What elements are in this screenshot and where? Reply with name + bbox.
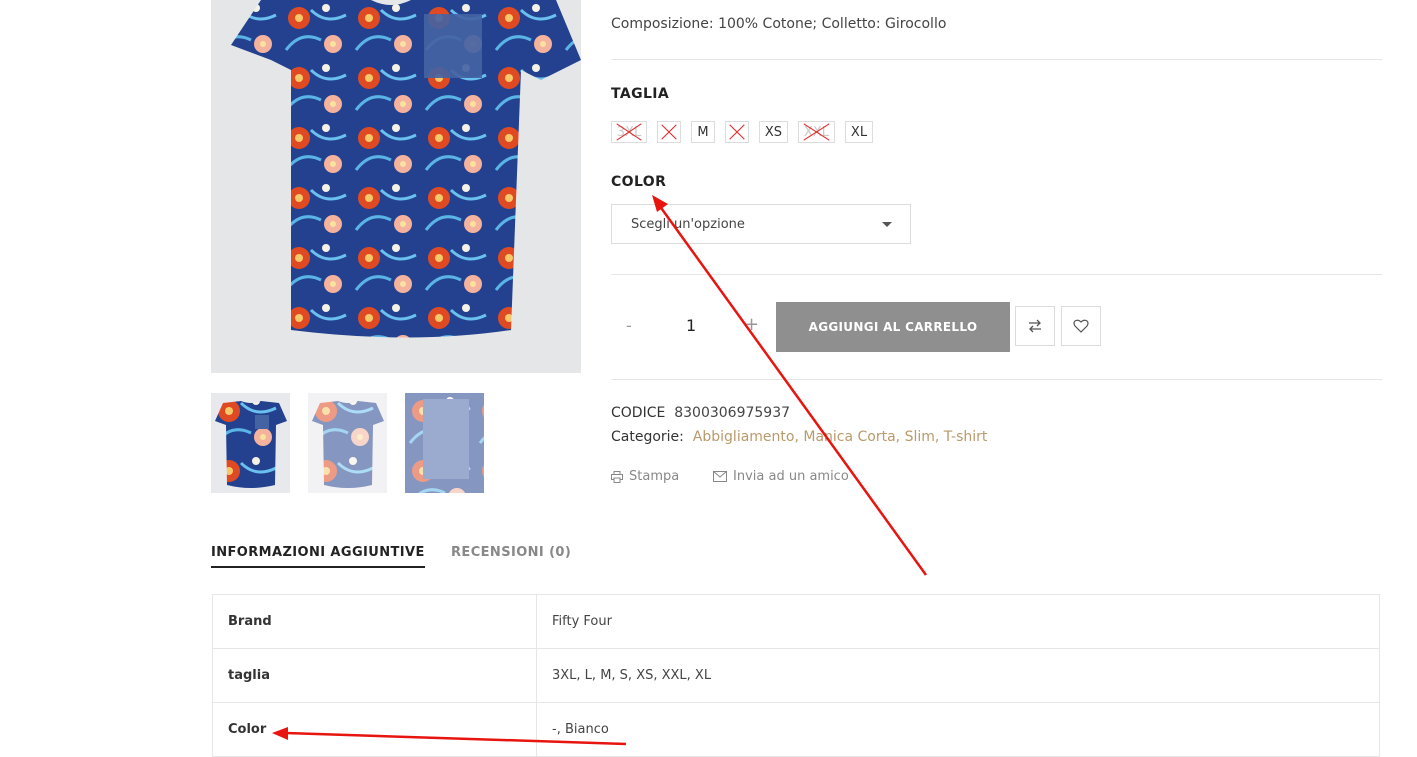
info-value: Fifty Four [536,594,1380,649]
quantity-increase-button[interactable]: + [744,314,759,335]
unavailable-cross-icon [729,124,745,140]
product-main-image[interactable] [211,0,581,373]
email-friend-link[interactable]: Invia ad un amico [713,469,849,484]
product-sku: CODICE 8300306975937 [611,405,790,421]
caret-down-icon [882,222,892,227]
divider [611,59,1382,60]
compare-arrows-icon [1029,319,1041,333]
product-thumbnail-2[interactable] [308,393,387,493]
compare-button[interactable] [1015,306,1055,346]
tab-recensioni[interactable]: RECENSIONI (0) [451,545,571,560]
annotation-arrow [657,204,928,576]
size-option-xxl[interactable]: XXL [798,121,835,143]
heart-icon [1073,319,1089,333]
info-value: -, Bianco [536,702,1380,757]
size-option-s[interactable]: S [725,121,749,143]
size-option-label: XL [850,124,868,140]
add-to-cart-button[interactable]: AGGIUNGI AL CARRELLO [776,302,1010,352]
print-label: Stampa [629,469,680,484]
color-label: COLOR [611,174,667,190]
product-categories: Categorie: Abbigliamento, Manica Corta, … [611,429,987,445]
table-row: taglia 3XL, L, M, S, XS, XXL, XL [212,648,1380,703]
product-thumbnail-3[interactable] [405,393,484,493]
size-option-xl[interactable]: XL [845,121,873,143]
info-value: 3XL, L, M, S, XS, XXL, XL [536,648,1380,703]
printer-icon [611,470,623,483]
size-option-3xl[interactable]: 3XL [611,121,647,143]
info-key: taglia [212,648,537,703]
divider [611,274,1382,275]
quantity-decrease-button[interactable]: - [626,316,632,335]
wishlist-button[interactable] [1061,306,1101,346]
size-option-label: M [697,124,709,140]
product-description: Composizione: 100% Cotone; Colletto: Gir… [611,16,947,32]
unavailable-cross-icon [661,124,677,140]
unavailable-cross-icon [616,123,642,141]
size-label: TAGLIA [611,86,670,102]
categories-links[interactable]: Abbigliamento, Manica Corta, Slim, T-shi… [693,429,988,445]
size-option-xs[interactable]: XS [759,121,788,143]
sku-label: CODICE [611,405,666,421]
quantity-input[interactable]: 1 [686,316,696,335]
additional-info-table: Brand Fifty Four taglia 3XL, L, M, S, XS… [212,594,1380,757]
unavailable-cross-icon [803,123,830,141]
color-select[interactable]: Scegli un'opzione [611,204,911,244]
info-key: Brand [212,594,537,649]
envelope-icon [713,471,727,482]
categories-label: Categorie: [611,429,684,445]
tab-informazioni-aggiuntive[interactable]: INFORMAZIONI AGGIUNTIVE [211,545,425,568]
product-thumbnail-1[interactable] [211,393,290,493]
table-row: Brand Fifty Four [212,594,1380,649]
size-option-l[interactable]: L [657,121,681,143]
color-select-value: Scegli un'opzione [631,216,745,232]
table-row: Color -, Bianco [212,702,1380,757]
email-label: Invia ad un amico [733,469,849,484]
divider [611,379,1382,380]
size-option-label: XS [764,124,783,140]
info-key: Color [212,702,537,757]
size-option-m[interactable]: M [691,121,715,143]
sku-value: 8300306975937 [674,405,791,421]
print-link[interactable]: Stampa [611,469,679,484]
